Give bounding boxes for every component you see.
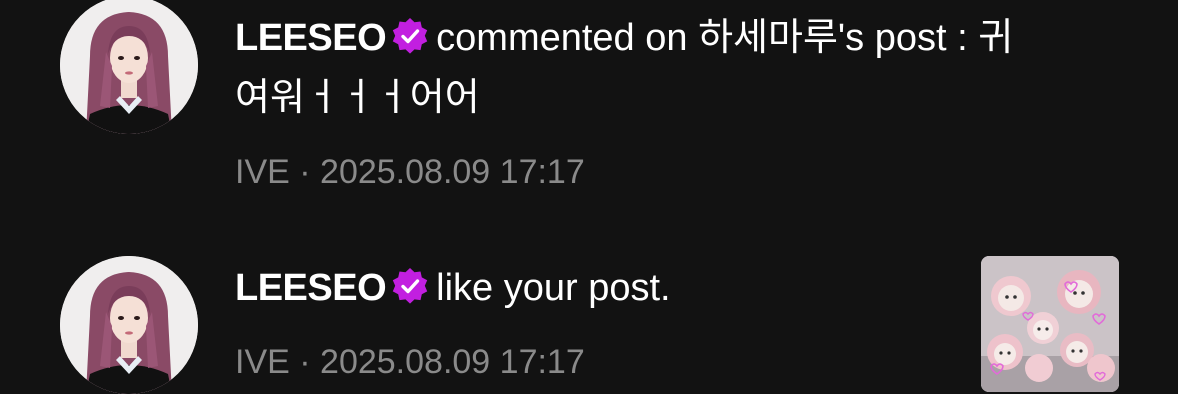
notification-item[interactable]: LEESEO like your post. IVE · 2025.08.09 … [0, 252, 1178, 394]
group-name: IVE [235, 153, 290, 191]
group-name: IVE [235, 343, 290, 381]
verified-badge-icon [390, 16, 430, 56]
timestamp: 2025.08.09 17:17 [320, 153, 585, 191]
meta-separator: · [299, 343, 311, 381]
action-text: like your post. [436, 267, 671, 309]
username[interactable]: LEESEO [235, 17, 387, 59]
verified-badge-icon [390, 266, 430, 306]
post-thumbnail-image-icon [981, 256, 1119, 392]
profile-photo-icon [60, 256, 198, 394]
notification-item[interactable]: LEESEO commented on 하세마루's post : 귀 여워ㅓㅓ… [0, 0, 1178, 220]
post-thumbnail[interactable] [981, 256, 1119, 392]
user-avatar[interactable] [60, 256, 198, 394]
user-avatar[interactable] [60, 0, 198, 134]
notification-meta: IVE · 2025.08.09 17:17 [235, 342, 955, 382]
notification-content: LEESEO like your post. IVE · 2025.08.09 … [235, 258, 955, 382]
profile-photo-icon [60, 0, 198, 134]
timestamp: 2025.08.09 17:17 [320, 343, 585, 381]
notification-text: LEESEO like your post. [235, 258, 955, 318]
username[interactable]: LEESEO [235, 267, 387, 309]
notification-content: LEESEO commented on 하세마루's post : 귀 여워ㅓㅓ… [235, 8, 1135, 192]
notification-text: LEESEO commented on 하세마루's post : 귀 [235, 8, 1135, 68]
meta-separator: · [299, 153, 311, 191]
action-text: commented on 하세마루's post : 귀 [436, 17, 1014, 59]
notification-text-continued: 여워ㅓㅓㅓ어어 [235, 77, 480, 119]
notification-meta: IVE · 2025.08.09 17:17 [235, 152, 1135, 192]
